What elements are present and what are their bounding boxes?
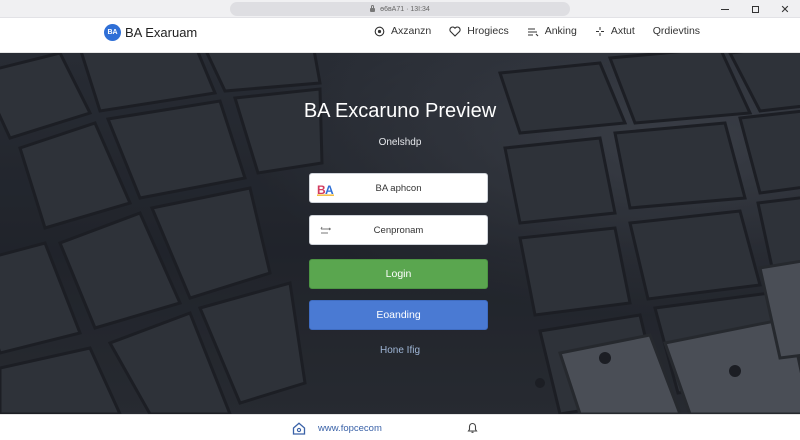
minimize-button[interactable]	[710, 0, 740, 18]
brand[interactable]: BA BA Exaruam	[104, 24, 197, 41]
help-link[interactable]: Hone Ifig	[0, 345, 800, 356]
nav-menu: Axzanzn Hrogiecs Anking Axtut Qrdievtins	[374, 25, 718, 37]
footer-bar: www.fopcecom	[0, 414, 800, 440]
maximize-icon	[751, 5, 759, 13]
address-text: ө6вА71 · 13Ι:34	[380, 5, 430, 13]
close-icon: ✕	[780, 3, 790, 16]
password-field[interactable]: Cenpronam	[309, 215, 488, 245]
brand-logo: BA	[104, 24, 121, 41]
maximize-button[interactable]	[740, 0, 770, 18]
sparkle-icon	[595, 26, 604, 36]
target-icon	[374, 26, 385, 36]
page-title: BA Excaruno Preview	[303, 100, 497, 122]
svg-text:A: A	[325, 183, 334, 196]
signal-icon	[527, 27, 539, 36]
top-navbar: BA BA Exaruam Axzanzn Hrogiecs Anking Ax…	[0, 18, 800, 53]
bell-icon	[467, 423, 478, 433]
window-titlebar: ө6вА71 · 13Ι:34 ✕	[0, 0, 800, 18]
key-icon	[320, 226, 331, 234]
ba-logo-icon: B A	[317, 183, 334, 196]
login-button[interactable]: Login	[309, 259, 488, 289]
address-bar[interactable]: ө6вА71 · 13Ι:34	[230, 2, 570, 16]
nav-item-label: Qrdievtins	[652, 25, 701, 37]
heart-icon	[449, 25, 461, 37]
footer-url: www.fopcecom	[318, 423, 382, 434]
nav-item-axtut[interactable]: Axtut	[595, 25, 635, 37]
brand-name: BA Exaruam	[125, 25, 198, 40]
nav-item-label: Hrogiecs	[467, 25, 509, 37]
nav-item-axzanzn[interactable]: Axzanzn	[374, 25, 431, 37]
hero-login-panel: BA Excaruno Preview Onelshdp B A BA aphc…	[0, 53, 800, 414]
home-icon	[292, 422, 306, 435]
nav-item-anking[interactable]: Anking	[527, 25, 577, 37]
loading-button[interactable]: Eoanding	[309, 300, 488, 330]
nav-item-hrogiecs[interactable]: Hrogiecs	[449, 25, 509, 37]
password-field-text: Cenpronam	[373, 224, 424, 236]
close-button[interactable]: ✕	[770, 0, 800, 18]
window-controls: ✕	[710, 0, 800, 18]
account-field-text: BA aphcon	[375, 182, 422, 194]
minimize-icon	[721, 8, 729, 10]
nav-item-label: Axzanzn	[391, 25, 432, 37]
account-field[interactable]: B A BA aphcon	[309, 173, 488, 203]
nav-item-label: Anking	[544, 25, 577, 37]
lock-icon	[370, 5, 376, 12]
notifications-button[interactable]	[466, 421, 479, 439]
footer-home-link[interactable]: www.fopcecom	[292, 422, 382, 435]
nav-item-qrdievtins[interactable]: Qrdievtins	[653, 25, 700, 37]
page-subtitle: Onelshdp	[378, 137, 422, 148]
nav-item-label: Axtut	[610, 25, 635, 37]
